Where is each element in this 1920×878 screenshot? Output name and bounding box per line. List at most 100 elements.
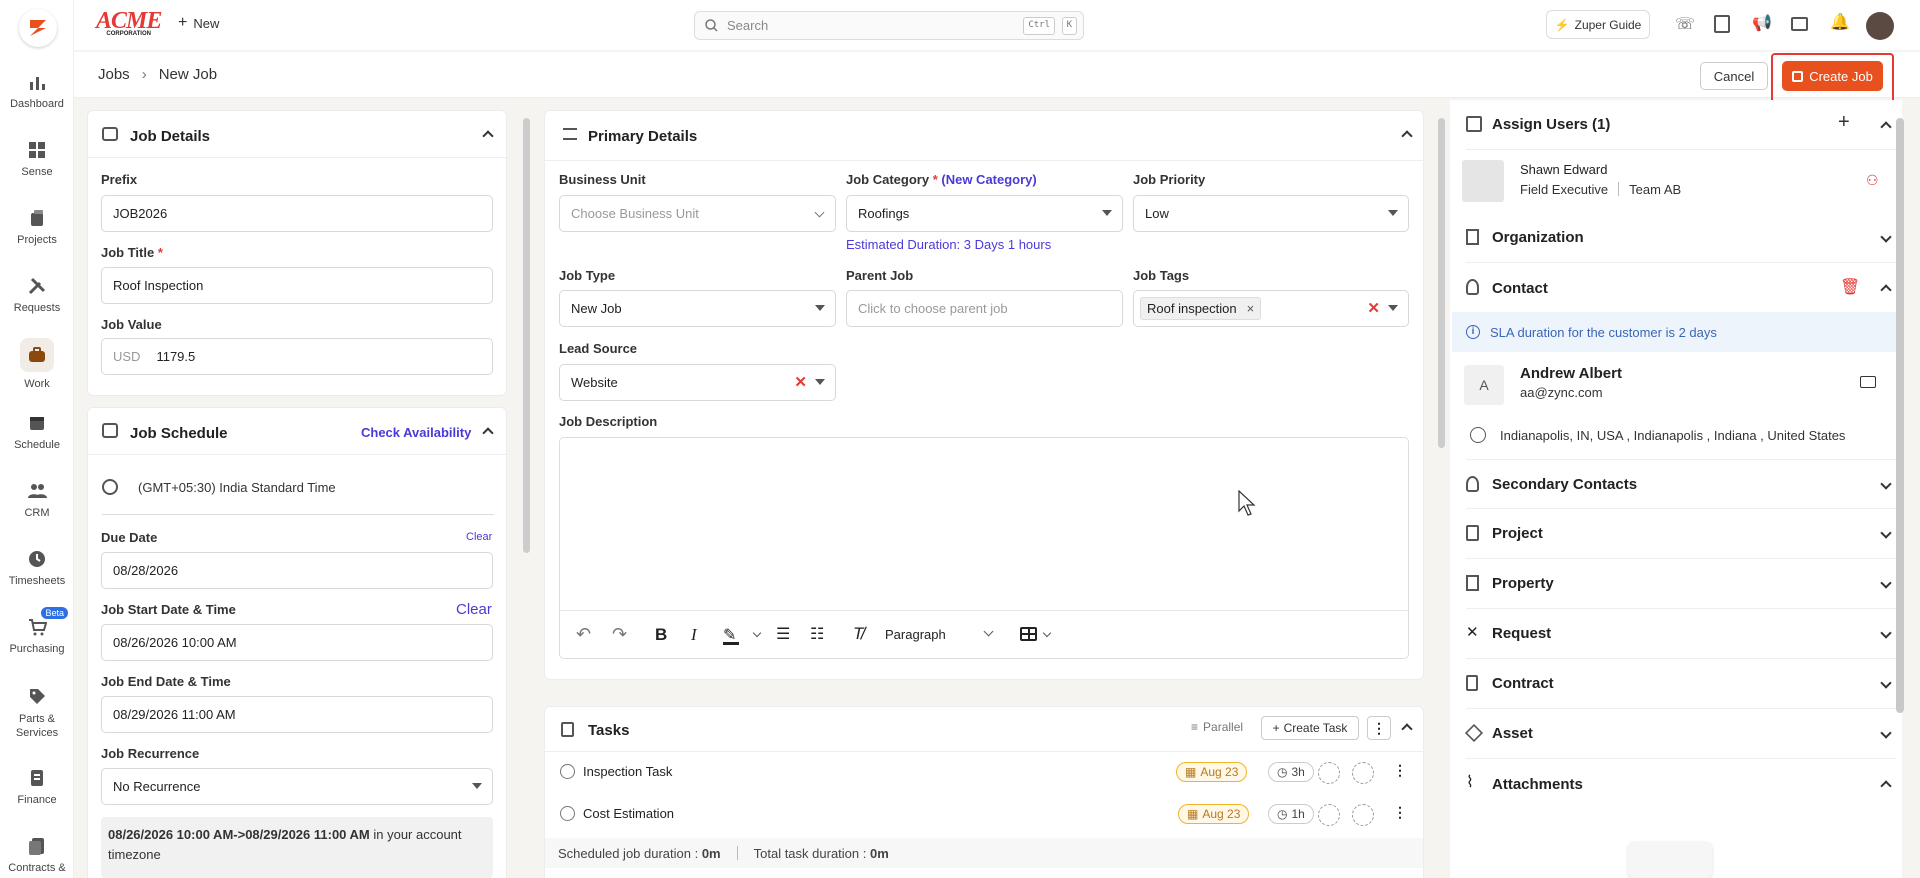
collapse-tasks[interactable]	[1401, 723, 1413, 735]
chevron-down-icon[interactable]	[752, 628, 762, 638]
nav-finance[interactable]: Finance	[0, 768, 74, 806]
nav-dashboard[interactable]: Dashboard	[0, 72, 74, 110]
italic-icon[interactable]: I	[691, 625, 697, 645]
check-availability-link[interactable]: Check Availability	[361, 425, 471, 440]
job-title-input[interactable]: Roof Inspection	[101, 267, 493, 304]
tasks-more-button[interactable]: ⋮	[1367, 716, 1391, 740]
property-header[interactable]: Property	[1466, 559, 1896, 609]
create-task-button[interactable]: + Create Task	[1261, 716, 1359, 740]
contact-header[interactable]: Contact 🗑	[1466, 263, 1896, 313]
nav-contracts[interactable]: Contracts &	[0, 836, 74, 874]
tag-remove-icon[interactable]: ×	[1247, 301, 1255, 316]
create-job-button[interactable]: Create Job	[1782, 61, 1883, 91]
asset-header[interactable]: Asset	[1464, 709, 1896, 759]
paragraph-select[interactable]: Paragraph	[885, 626, 1010, 642]
phone-icon[interactable]: ☏	[1675, 14, 1695, 34]
contract-header[interactable]: Contract	[1466, 659, 1896, 709]
new-category-link[interactable]: (New Category)	[941, 172, 1036, 187]
nav-projects[interactable]: Projects	[0, 208, 74, 246]
cancel-button[interactable]: Cancel	[1700, 62, 1768, 90]
attachment-dropzone[interactable]	[1628, 842, 1712, 878]
task-assign-icon[interactable]	[1352, 804, 1374, 826]
nav-crm[interactable]: CRM	[0, 481, 74, 519]
task-checkbox[interactable]	[560, 806, 575, 821]
collapse-job-schedule[interactable]	[482, 427, 494, 439]
user-avatar[interactable]	[1866, 12, 1894, 40]
bullet-list-icon[interactable]: ☰	[776, 624, 790, 644]
task-more-icon[interactable]: ⋮	[1393, 804, 1407, 821]
zuper-guide-button[interactable]: ⚡ Zuper Guide	[1546, 10, 1650, 39]
job-description-editor[interactable]: ↶ ↷ B I ✎ ☰ ☷ T̸ Paragraph	[559, 437, 1409, 659]
delete-contact-icon[interactable]: 🗑	[1840, 277, 1860, 297]
secondary-contacts-header[interactable]: Secondary Contacts	[1466, 459, 1896, 509]
checklist-icon[interactable]	[1714, 15, 1730, 33]
bell-icon[interactable]: 🔔	[1830, 12, 1850, 32]
required-mark: *	[932, 172, 938, 187]
end-date-input[interactable]: 08/29/2026 11:00 AM	[101, 696, 493, 733]
task-checkbox[interactable]	[560, 764, 575, 779]
task-checklist-icon[interactable]	[1318, 762, 1340, 784]
task-row[interactable]: Cost Estimation ▦ Aug 23 ◷ 1h ⋮	[546, 794, 1424, 836]
nav-sense[interactable]: Sense	[0, 140, 74, 178]
numbered-list-icon[interactable]: ☷	[810, 624, 824, 644]
remove-user-icon[interactable]: ⚇	[1866, 172, 1879, 189]
table-icon[interactable]	[1020, 627, 1037, 641]
nav-work[interactable]: Work	[0, 338, 74, 390]
chevron-down-icon[interactable]	[1042, 628, 1052, 638]
nav-requests[interactable]: Requests	[0, 276, 74, 314]
nav-timesheets[interactable]: Timesheets	[0, 549, 74, 587]
left-scrollbar[interactable]	[523, 118, 530, 553]
project-header[interactable]: Project	[1466, 509, 1896, 559]
job-priority-select[interactable]: Low	[1133, 195, 1409, 232]
inbox-icon[interactable]	[1791, 17, 1808, 31]
job-priority-value: Low	[1145, 206, 1169, 221]
job-category-select[interactable]: Roofings	[846, 195, 1123, 232]
redo-icon[interactable]: ↷	[612, 624, 627, 645]
highlight-icon[interactable]: ✎	[723, 625, 739, 645]
add-user-button[interactable]: +	[1838, 111, 1850, 134]
nav-schedule[interactable]: Schedule	[0, 413, 74, 451]
start-date-clear[interactable]: Clear	[456, 601, 492, 618]
organization-header[interactable]: Organization	[1466, 213, 1896, 263]
task-more-icon[interactable]: ⋮	[1393, 762, 1407, 779]
job-value-input[interactable]: USD 1179.5	[101, 338, 493, 375]
search-input[interactable]: Search Ctrl K	[694, 11, 1084, 40]
collapse-attachments[interactable]	[1880, 780, 1892, 792]
nav-parts-services[interactable]: Parts & Services	[0, 686, 74, 740]
undo-icon[interactable]: ↶	[576, 624, 591, 645]
parallel-toggle[interactable]: ≡ Parallel	[1191, 720, 1243, 734]
clear-lead-source-icon[interactable]: ✕	[794, 373, 807, 391]
collapse-assign-users[interactable]	[1880, 121, 1892, 133]
business-unit-select[interactable]: Choose Business Unit	[559, 195, 836, 232]
recurrence-select[interactable]: No Recurrence	[101, 768, 493, 805]
nav-purchasing[interactable]: Beta Purchasing	[0, 607, 74, 655]
collapse-primary-details[interactable]	[1401, 130, 1413, 142]
megaphone-icon[interactable]: 📢	[1752, 13, 1772, 33]
task-checklist-icon[interactable]	[1318, 804, 1340, 826]
right-scrollbar[interactable]	[1896, 118, 1904, 713]
start-date-input[interactable]: 08/26/2026 10:00 AM	[101, 624, 493, 661]
attachments-header[interactable]: ⌇ Attachments	[1466, 759, 1896, 809]
clear-tags-icon[interactable]: ✕	[1367, 299, 1380, 317]
chevron-down-icon	[1388, 305, 1398, 311]
due-date-input[interactable]: 08/28/2026	[101, 552, 493, 589]
collapse-contact[interactable]	[1880, 284, 1892, 296]
lead-source-select[interactable]: Website ✕	[559, 364, 836, 401]
task-row[interactable]: Inspection Task ▦ Aug 23 ◷ 3h ⋮	[546, 752, 1424, 794]
bold-icon[interactable]: B	[655, 625, 667, 645]
breadcrumb-jobs[interactable]: Jobs	[98, 66, 130, 83]
mail-icon[interactable]	[1860, 376, 1876, 388]
due-date-clear[interactable]: Clear	[466, 531, 492, 543]
app-logo[interactable]	[19, 9, 57, 47]
job-tags-input[interactable]: Roof inspection × ✕	[1133, 290, 1409, 327]
clear-format-icon[interactable]: T̸	[853, 624, 863, 644]
collapse-job-details[interactable]	[482, 130, 494, 142]
request-header[interactable]: ✕ Request	[1466, 609, 1896, 659]
parent-job-input[interactable]: Click to choose parent job	[846, 290, 1123, 327]
middle-scrollbar[interactable]	[1438, 118, 1445, 448]
prefix-input[interactable]: JOB2026	[101, 195, 493, 232]
new-button[interactable]: + New	[178, 15, 219, 32]
job-type-select[interactable]: New Job	[559, 290, 836, 327]
job-priority-label: Job Priority	[1133, 172, 1206, 187]
task-assign-icon[interactable]	[1352, 762, 1374, 784]
